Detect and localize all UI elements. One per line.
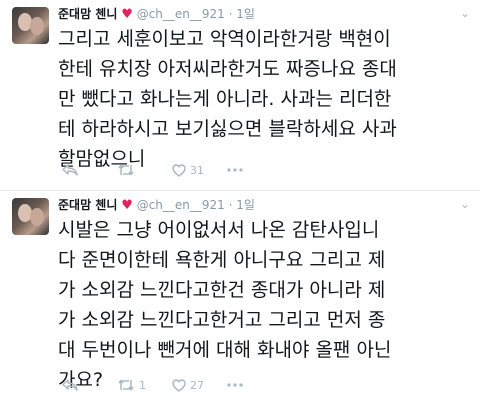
tweet-2[interactable]: 준대맘 첸니 ♥ @ch__en__921 · 1일 ⌄ 시발은 그냥 어이없서… — [0, 190, 480, 403]
timestamp[interactable]: 1일 — [236, 7, 255, 21]
tweet-header: 준대맘 첸니 ♥ @ch__en__921 · 1일 — [58, 6, 255, 23]
tweet-actions: 31 — [62, 163, 282, 177]
like-button[interactable]: 31 — [172, 164, 227, 177]
more-dots-icon — [227, 383, 243, 387]
separator-dot: · — [228, 198, 233, 212]
tweet-1[interactable]: 준대맘 첸니 ♥ @ch__en__921 · 1일 ⌄ 그리고 세훈이보고 악… — [0, 0, 480, 190]
retweet-count: 1 — [139, 378, 146, 392]
reply-icon — [62, 164, 78, 176]
tweet-text: 시발은 그냥 어이없서서 나온 감탄사입니 다 준면이한테 욕한게 아니구요 그… — [58, 219, 392, 391]
tweet-header: 준대맘 첸니 ♥ @ch__en__921 · 1일 — [58, 197, 255, 214]
heart-icon — [172, 163, 186, 177]
heart-emoji: ♥ — [121, 7, 133, 22]
reply-button[interactable] — [62, 163, 117, 177]
retweet-icon — [118, 164, 134, 176]
display-name[interactable]: 준대맘 첸니 — [58, 7, 117, 21]
avatar[interactable] — [12, 7, 49, 44]
heart-icon — [172, 378, 186, 392]
separator-dot: · — [228, 7, 233, 21]
tweet-actions: 1 27 — [62, 378, 282, 392]
timestamp[interactable]: 1일 — [236, 198, 255, 212]
reply-button[interactable] — [62, 378, 117, 392]
like-count: 27 — [190, 378, 204, 392]
more-dots-icon — [227, 168, 243, 172]
more-button[interactable] — [227, 383, 282, 387]
heart-emoji: ♥ — [121, 198, 133, 213]
more-button[interactable] — [227, 168, 282, 172]
display-name[interactable]: 준대맘 첸니 — [58, 198, 117, 212]
like-button[interactable]: 27 — [172, 379, 227, 392]
username[interactable]: @ch__en__921 — [137, 7, 225, 21]
retweet-icon — [118, 379, 134, 391]
avatar[interactable] — [12, 198, 49, 235]
chevron-down-icon[interactable]: ⌄ — [460, 6, 470, 20]
reply-icon — [62, 379, 78, 391]
chevron-down-icon[interactable]: ⌄ — [460, 197, 470, 211]
like-count: 31 — [190, 163, 204, 177]
retweet-button[interactable] — [117, 163, 172, 177]
retweet-button[interactable]: 1 — [117, 378, 172, 392]
tweet-text: 그리고 세훈이보고 악역이라한거랑 백현이 한테 유치장 아저씨라한거도 짜증나… — [58, 28, 397, 170]
username[interactable]: @ch__en__921 — [137, 198, 225, 212]
